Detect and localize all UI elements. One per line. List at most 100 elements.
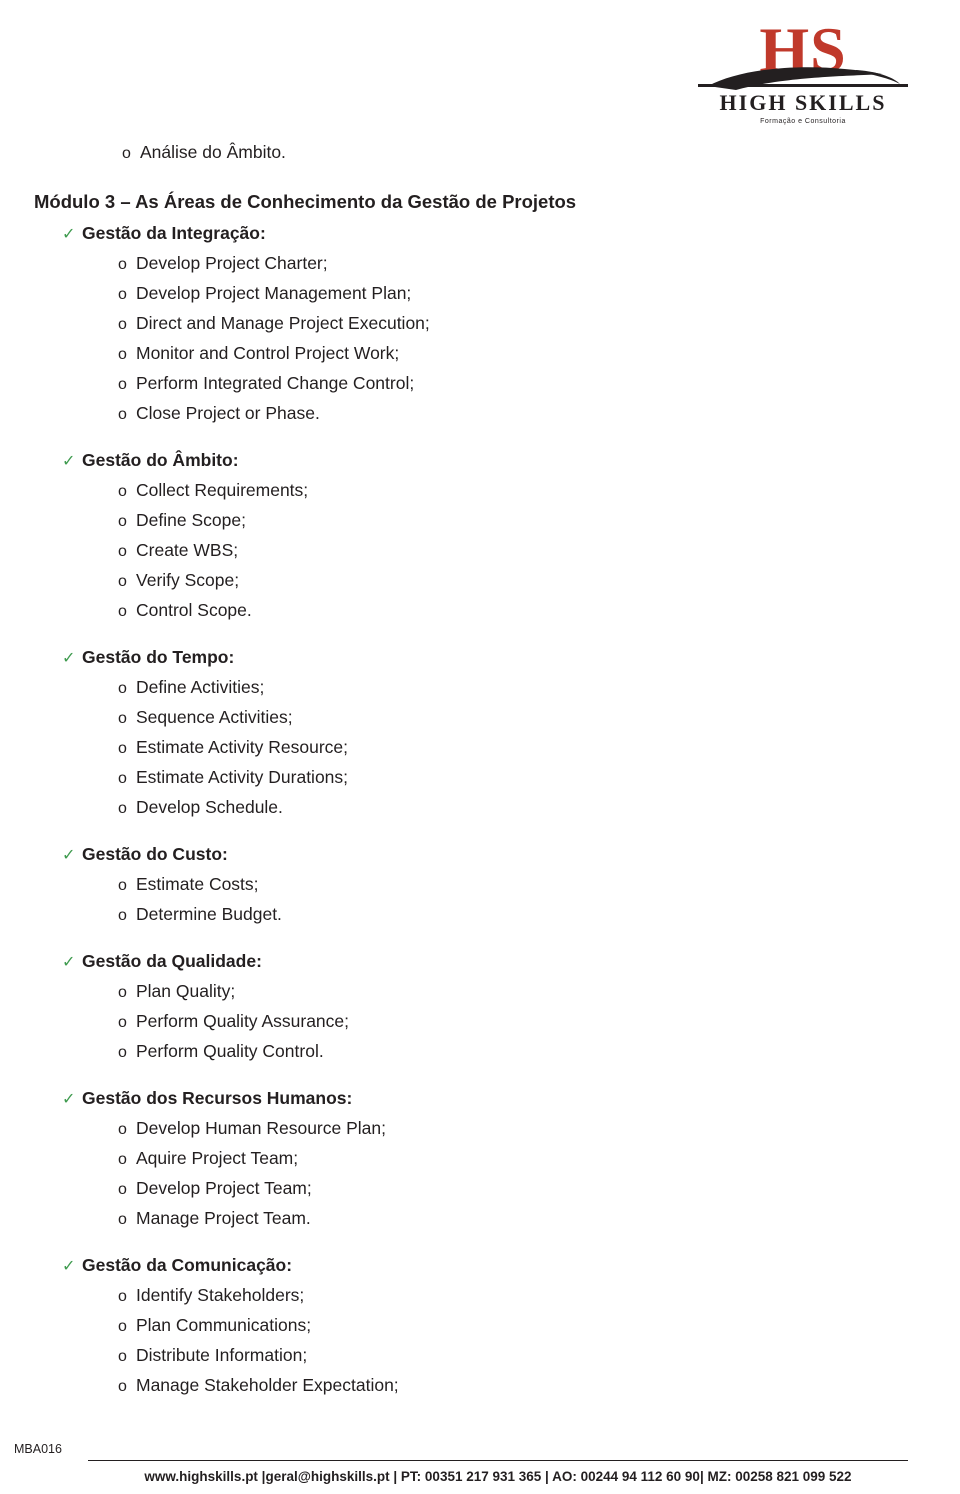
list-item: o Aquire Project Team; [0, 1144, 960, 1174]
list-item: o Manage Project Team. [0, 1204, 960, 1234]
list-item-label: Develop Project Team; [136, 1178, 312, 1198]
list-item-label: Develop Human Resource Plan; [136, 1118, 386, 1138]
circle-bullet-icon: o [118, 316, 127, 333]
list-item: o Identify Stakeholders; [0, 1281, 960, 1311]
document-code: MBA016 [14, 1442, 62, 1456]
circle-bullet-icon: o [118, 513, 127, 530]
circle-bullet-icon: o [118, 1348, 127, 1365]
list-item: o Estimate Activity Durations; [0, 763, 960, 793]
group-heading: ✓ Gestão da Comunicação: [0, 1251, 960, 1281]
list-item: o Análise do Âmbito. [0, 138, 960, 168]
list-item-label: Create WBS; [136, 540, 239, 560]
group-heading: ✓ Gestão da Qualidade: [0, 947, 960, 977]
circle-bullet-icon: o [118, 1378, 127, 1395]
group-heading: ✓ Gestão do Âmbito: [0, 446, 960, 476]
list-item-label: Define Scope; [136, 510, 246, 530]
list-item-label: Aquire Project Team; [136, 1148, 299, 1168]
group-heading: ✓ Gestão da Integração: [0, 219, 960, 249]
list-item: o Develop Human Resource Plan; [0, 1114, 960, 1144]
check-bullet-icon: ✓ [62, 650, 76, 667]
list-item: o Manage Stakeholder Expectation; [0, 1371, 960, 1401]
list-item: o Monitor and Control Project Work; [0, 339, 960, 369]
list-item: o Perform Quality Assurance; [0, 1007, 960, 1037]
list-item-label: Direct and Manage Project Execution; [136, 313, 430, 333]
list-item-label: Análise do Âmbito. [140, 142, 286, 162]
list-item: o Create WBS; [0, 536, 960, 566]
logo-name-text: HIGH SKILLS [719, 90, 887, 115]
check-bullet-icon: ✓ [62, 453, 76, 470]
check-bullet-icon: ✓ [62, 226, 76, 243]
list-item-label: Define Activities; [136, 677, 265, 697]
list-item: o Distribute Information; [0, 1341, 960, 1371]
list-item: o Perform Integrated Change Control; [0, 369, 960, 399]
check-bullet-icon: ✓ [62, 1258, 76, 1275]
circle-bullet-icon: o [118, 1121, 127, 1138]
circle-bullet-icon: o [118, 1318, 127, 1335]
circle-bullet-icon: o [118, 543, 127, 560]
group-heading: ✓ Gestão do Tempo: [0, 643, 960, 673]
circle-bullet-icon: o [118, 740, 127, 757]
logo-tagline-text: Formação e Consultoria [760, 118, 846, 125]
group-heading-label: Gestão da Comunicação: [82, 1255, 293, 1275]
list-item-label: Determine Budget. [136, 904, 282, 924]
circle-bullet-icon: o [118, 286, 127, 303]
circle-bullet-icon: o [118, 256, 127, 273]
list-item-label: Manage Stakeholder Expectation; [136, 1375, 399, 1395]
list-item-label: Plan Communications; [136, 1315, 312, 1335]
list-item-label: Close Project or Phase. [136, 403, 320, 423]
circle-bullet-icon: o [118, 984, 127, 1001]
circle-bullet-icon: o [118, 1151, 127, 1168]
list-item-label: Sequence Activities; [136, 707, 293, 727]
list-item: o Sequence Activities; [0, 703, 960, 733]
list-item: o Plan Quality; [0, 977, 960, 1007]
list-item-label: Develop Project Charter; [136, 253, 328, 273]
page-title: Módulo 3 – As Áreas de Conhecimento da G… [34, 191, 577, 212]
list-item: o Determine Budget. [0, 900, 960, 930]
circle-bullet-icon: o [118, 800, 127, 817]
group-heading-label: Gestão da Integração: [82, 223, 266, 243]
list-item-label: Estimate Activity Resource; [136, 737, 349, 757]
circle-bullet-icon: o [118, 1014, 127, 1031]
list-item: o Verify Scope; [0, 566, 960, 596]
circle-bullet-icon: o [118, 483, 127, 500]
circle-bullet-icon: o [118, 406, 127, 423]
circle-bullet-icon: o [118, 710, 127, 727]
document-body: o Análise do Âmbito. Módulo 3 – As Áreas… [0, 138, 960, 1401]
list-item: o Develop Project Management Plan; [0, 279, 960, 309]
list-item-label: Collect Requirements; [136, 480, 309, 500]
page-footer: MBA016 www.highskills.pt |geral@highskil… [0, 1424, 960, 1494]
group-heading-label: Gestão do Tempo: [82, 647, 235, 667]
list-item-label: Perform Quality Control. [136, 1041, 324, 1061]
circle-bullet-icon: o [118, 346, 127, 363]
circle-bullet-icon: o [118, 1211, 127, 1228]
circle-bullet-icon: o [118, 1181, 127, 1198]
list-item: o Control Scope. [0, 596, 960, 626]
list-item: o Define Activities; [0, 673, 960, 703]
list-item-label: Distribute Information; [136, 1345, 308, 1365]
list-item: o Define Scope; [0, 506, 960, 536]
list-item-label: Estimate Costs; [136, 874, 259, 894]
circle-bullet-icon: o [118, 1288, 127, 1305]
list-item-label: Estimate Activity Durations; [136, 767, 349, 787]
footer-contact-text: www.highskills.pt |geral@highskills.pt |… [144, 1469, 852, 1484]
list-item: o Develop Project Team; [0, 1174, 960, 1204]
check-bullet-icon: ✓ [62, 1091, 76, 1108]
company-logo: HS HIGH SKILLS Formação e Consultoria [698, 18, 908, 128]
list-item-label: Perform Integrated Change Control; [136, 373, 415, 393]
group-heading-label: Gestão do Âmbito: [82, 450, 239, 470]
circle-bullet-icon: o [122, 145, 131, 162]
list-item: o Perform Quality Control. [0, 1037, 960, 1067]
logo-mark-text: HS [759, 14, 847, 85]
footer-divider [88, 1460, 908, 1461]
list-item-label: Verify Scope; [136, 570, 240, 590]
list-item: o Collect Requirements; [0, 476, 960, 506]
circle-bullet-icon: o [118, 573, 127, 590]
list-item: o Estimate Costs; [0, 870, 960, 900]
list-item: o Estimate Activity Resource; [0, 733, 960, 763]
list-item-label: Manage Project Team. [136, 1208, 311, 1228]
